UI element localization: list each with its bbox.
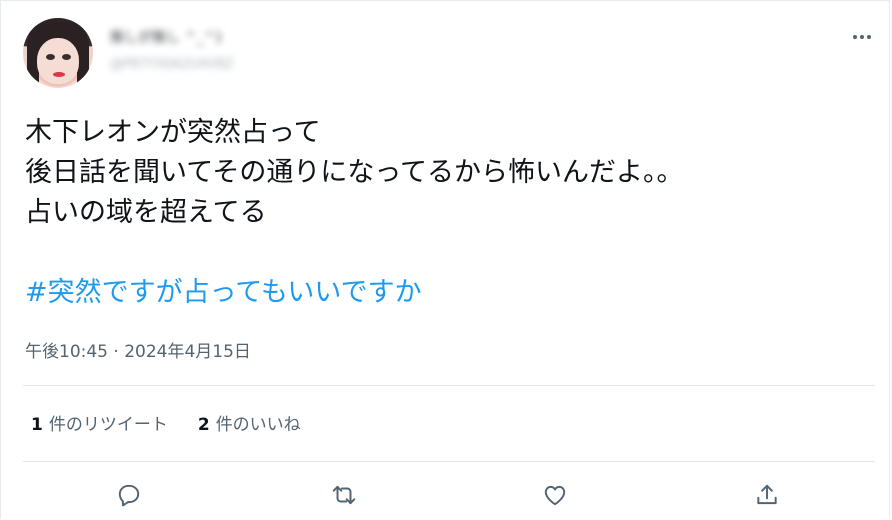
- tweet-card: 推しが推し ^_^) @P87YX0A2U4V8Z 木下レオンが突然占って 後日…: [0, 0, 890, 519]
- heart-icon: [544, 485, 566, 506]
- like-count: 2: [197, 415, 210, 435]
- share-icon: [757, 484, 777, 505]
- author-display-name[interactable]: 推しが推し ^_^): [110, 27, 222, 47]
- hashtag-link[interactable]: #突然ですが占ってもいいですか: [25, 273, 422, 313]
- divider: [23, 385, 875, 386]
- retweet-button[interactable]: [328, 479, 360, 511]
- retweet-count-link[interactable]: 1 件のリツイート: [31, 410, 168, 435]
- tweet-text: 木下レオンが突然占って 後日話を聞いてその通りになってるから怖いんだよ。。 占い…: [25, 113, 865, 233]
- more-options-icon[interactable]: [847, 27, 877, 47]
- engagement-stats: 1 件のリツイート 2 件のいいね: [31, 410, 301, 435]
- avatar[interactable]: [23, 18, 93, 88]
- tweet-text-line: 占いの域を超えてる: [25, 197, 267, 228]
- reply-icon: [118, 484, 140, 507]
- retweet-count-label: 件のリツイート: [48, 415, 168, 435]
- reply-button[interactable]: [113, 479, 145, 511]
- avatar-face: [37, 38, 79, 84]
- like-button[interactable]: [539, 479, 571, 511]
- author-handle[interactable]: @P87YX0A2U4V8Z: [110, 57, 234, 72]
- action-bar: [1, 479, 892, 511]
- share-button[interactable]: [751, 479, 783, 511]
- tweet-text-line: 後日話を聞いてその通りになってるから怖いんだよ。。: [25, 157, 684, 188]
- like-count-link[interactable]: 2 件のいいね: [198, 410, 301, 435]
- retweet-count: 1: [31, 415, 43, 435]
- tweet-timestamp[interactable]: 午後10:45 · 2024年4月15日: [25, 337, 251, 362]
- tweet-text-line: 木下レオンが突然占って: [25, 117, 321, 148]
- retweet-icon: [332, 485, 356, 505]
- divider: [23, 461, 875, 462]
- like-count-label: 件のいいね: [215, 415, 301, 435]
